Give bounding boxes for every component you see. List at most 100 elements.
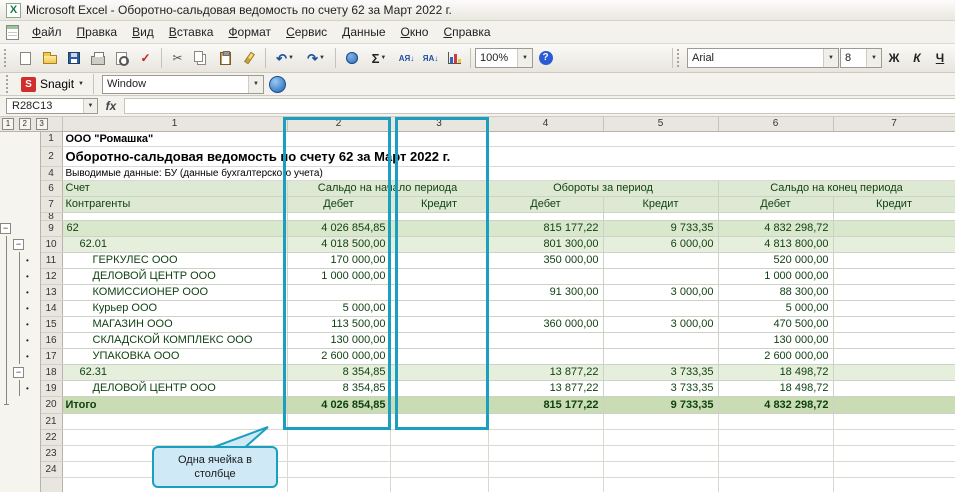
cell[interactable] <box>833 413 955 430</box>
row-header[interactable]: 13 <box>40 284 63 301</box>
cell-closing-debit[interactable]: 4 813 800,00 <box>718 236 834 253</box>
cell-closing-debit[interactable]: 18 498,72 <box>718 380 834 397</box>
row-header[interactable]: 9 <box>40 220 63 237</box>
row-header[interactable]: 24 <box>40 461 63 478</box>
cell-account-name[interactable]: 62 <box>62 220 288 237</box>
table-row[interactable]: • 17 УПАКОВКА ООО 2 600 000,00 2 600 000… <box>0 348 955 365</box>
cell[interactable] <box>833 445 955 462</box>
column-header-5[interactable]: 5 <box>603 117 719 132</box>
outline-collapse-button[interactable]: − <box>0 222 11 234</box>
cell[interactable] <box>488 413 604 430</box>
cell-company[interactable]: ООО "Ромашка" <box>62 131 955 147</box>
cell-header-opening-balance[interactable]: Сальдо на начало периода <box>287 180 489 197</box>
cell-turnover-credit[interactable] <box>603 300 719 317</box>
cell[interactable] <box>833 429 955 446</box>
menu-help[interactable]: Справка <box>436 22 497 42</box>
cell-turnover-credit[interactable]: 3 733,35 <box>603 364 719 381</box>
cell[interactable] <box>603 429 719 446</box>
cell[interactable] <box>488 461 604 478</box>
insert-hyperlink-button[interactable] <box>340 47 363 69</box>
outline-level-1-button[interactable]: 1 <box>2 118 14 130</box>
cell-turnover-debit[interactable] <box>488 300 604 317</box>
cell-closing-debit[interactable]: 88 300,00 <box>718 284 834 301</box>
table-row[interactable]: 21 <box>0 413 955 430</box>
cell-turnover-debit[interactable]: 815 177,22 <box>488 220 604 237</box>
cell-header-counterparty[interactable]: Контрагенты <box>62 196 288 213</box>
cell-closing-debit[interactable]: 520 000,00 <box>718 252 834 269</box>
cell-total-turnover-credit[interactable]: 9 733,35 <box>603 396 719 414</box>
cell-turnover-credit[interactable] <box>603 268 719 285</box>
toolbar-grip[interactable] <box>677 49 682 67</box>
chart-wizard-button[interactable] <box>443 47 466 69</box>
cell-header-debit[interactable]: Дебет <box>488 196 604 213</box>
cell-closing-credit[interactable] <box>833 348 955 365</box>
cell-closing-debit[interactable]: 4 832 298,72 <box>718 220 834 237</box>
menu-tools[interactable]: Сервис <box>279 22 334 42</box>
cell-account-name[interactable]: УПАКОВКА ООО <box>62 348 288 365</box>
row-header[interactable]: 21 <box>40 413 63 430</box>
cell-turnover-debit[interactable]: 91 300,00 <box>488 284 604 301</box>
cell-opening-credit[interactable] <box>390 300 489 317</box>
cell-total-closing-credit[interactable] <box>833 396 955 414</box>
cell-closing-credit[interactable] <box>833 252 955 269</box>
paste-button[interactable] <box>214 47 237 69</box>
outline-level-2-button[interactable]: 2 <box>18 118 31 130</box>
column-header-2[interactable]: 2 <box>287 117 391 132</box>
cell[interactable] <box>718 477 834 492</box>
column-header-6[interactable]: 6 <box>718 117 834 132</box>
row-header[interactable]: 20 <box>40 396 63 414</box>
cell[interactable] <box>603 212 719 221</box>
insert-function-button[interactable]: fx <box>98 98 124 114</box>
cell-turnover-credit[interactable] <box>603 348 719 365</box>
cell[interactable] <box>390 212 489 221</box>
cell[interactable] <box>833 461 955 478</box>
cell-opening-debit[interactable]: 4 026 854,85 <box>287 220 391 237</box>
cell[interactable] <box>718 413 834 430</box>
new-document-button[interactable] <box>14 47 37 69</box>
name-box[interactable]: R28C13 ▼ <box>6 98 98 114</box>
format-painter-button[interactable] <box>238 47 261 69</box>
cell[interactable] <box>287 445 391 462</box>
cell[interactable] <box>287 212 391 221</box>
cell-header-credit[interactable]: Кредит <box>390 196 489 213</box>
row-header[interactable]: 18 <box>40 364 63 381</box>
cell[interactable] <box>718 429 834 446</box>
table-row[interactable]: 24 <box>0 461 955 478</box>
cell[interactable] <box>287 413 391 430</box>
table-row[interactable]: • 14 Курьер ООО 5 000,00 5 000,00 <box>0 300 955 317</box>
print-preview-button[interactable] <box>110 47 133 69</box>
cell-closing-debit[interactable]: 130 000,00 <box>718 332 834 349</box>
cell[interactable] <box>390 477 489 492</box>
row-header[interactable]: 6 <box>40 180 63 197</box>
cell-opening-credit[interactable] <box>390 316 489 333</box>
cell-closing-credit[interactable] <box>833 284 955 301</box>
row-header[interactable]: 23 <box>40 445 63 462</box>
cell-opening-debit[interactable]: 8 354,85 <box>287 364 391 381</box>
cell[interactable] <box>488 477 604 492</box>
cell-account-name[interactable]: ДЕЛОВОЙ ЦЕНТР ООО <box>62 380 288 397</box>
row-header[interactable]: 11 <box>40 252 63 269</box>
cell-closing-debit[interactable]: 470 500,00 <box>718 316 834 333</box>
cell[interactable] <box>718 461 834 478</box>
cell-header-debit[interactable]: Дебет <box>287 196 391 213</box>
cell-closing-credit[interactable] <box>833 332 955 349</box>
cell-header-credit[interactable]: Кредит <box>603 196 719 213</box>
row-header[interactable]: 2 <box>40 146 63 167</box>
cell-header-turnover[interactable]: Обороты за период <box>488 180 719 197</box>
undo-button[interactable]: ↶ ▼ <box>270 47 300 69</box>
autosum-button[interactable]: Σ ▼ <box>364 47 394 69</box>
cell-opening-debit[interactable] <box>287 284 391 301</box>
row-header[interactable]: 16 <box>40 332 63 349</box>
font-size-combobox[interactable]: 8 ▼ <box>840 48 882 68</box>
outline-collapse-button[interactable]: − <box>13 238 24 250</box>
column-header-4[interactable]: 4 <box>488 117 604 132</box>
row-header[interactable]: 1 <box>40 131 63 147</box>
cell[interactable] <box>287 461 391 478</box>
cell-account-name[interactable]: ГЕРКУЛЕС ООО <box>62 252 288 269</box>
column-header-7[interactable]: 7 <box>833 117 955 132</box>
underline-button[interactable]: Ч <box>929 48 951 69</box>
cell[interactable] <box>390 413 489 430</box>
cell[interactable] <box>603 477 719 492</box>
cell-opening-credit[interactable] <box>390 364 489 381</box>
row-header[interactable]: 15 <box>40 316 63 333</box>
